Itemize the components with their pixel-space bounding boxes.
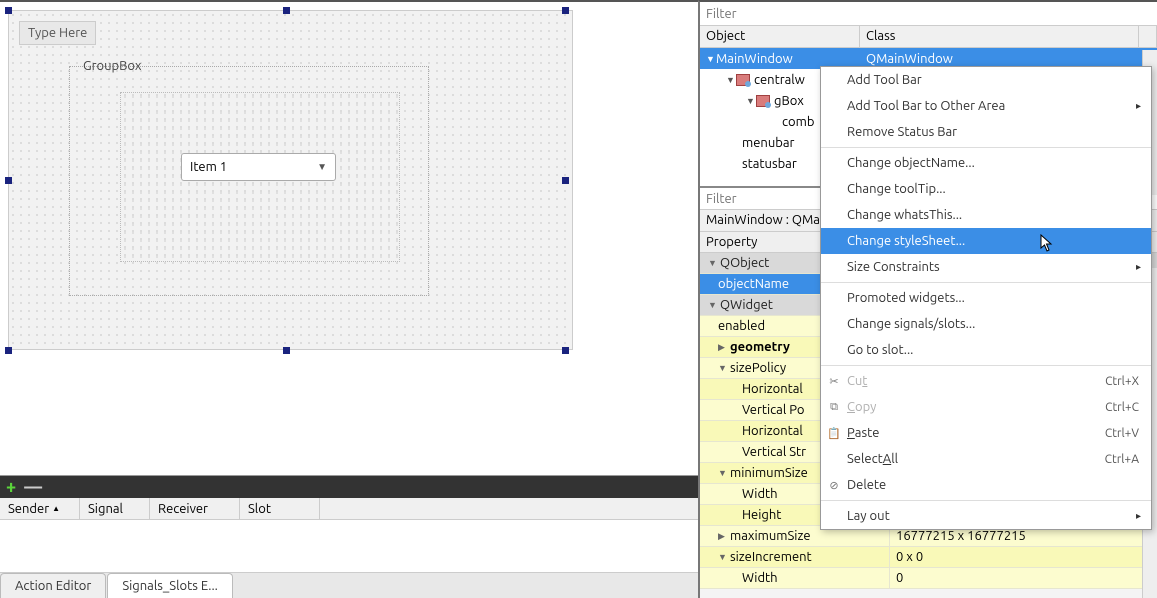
header-object[interactable]: Object bbox=[700, 26, 860, 47]
menu-change-stylesheet[interactable]: Change styleSheet... bbox=[821, 228, 1151, 254]
paste-icon: 📋 bbox=[827, 426, 841, 440]
expand-icon[interactable]: ▶ bbox=[718, 531, 728, 542]
cut-icon: ✂ bbox=[827, 374, 841, 388]
header-signal[interactable]: Signal bbox=[80, 498, 150, 519]
expand-icon[interactable]: ▶ bbox=[718, 342, 728, 353]
menu-delete[interactable]: ⊘Delete bbox=[821, 472, 1151, 498]
header-sender[interactable]: Sender▲ bbox=[0, 498, 80, 519]
menu-paste[interactable]: 📋PasteCtrl+V bbox=[821, 420, 1151, 446]
collapse-icon[interactable]: ▼ bbox=[708, 258, 718, 268]
remove-connection-button[interactable]: — bbox=[24, 478, 42, 496]
groupbox-title: GroupBox bbox=[80, 59, 144, 73]
menubar-placeholder[interactable]: Type Here bbox=[19, 21, 96, 45]
header-slot[interactable]: Slot bbox=[240, 498, 320, 519]
menu-cut[interactable]: ✂CutCtrl+X bbox=[821, 368, 1151, 394]
header-receiver[interactable]: Receiver bbox=[150, 498, 240, 519]
widget-icon bbox=[756, 95, 770, 107]
menu-add-toolbar[interactable]: Add Tool Bar bbox=[821, 67, 1151, 93]
signals-slots-panel: + — Sender▲ Signal Receiver Slot Action … bbox=[0, 475, 698, 598]
selection-handle[interactable] bbox=[283, 7, 290, 14]
menu-change-objectname[interactable]: Change objectName... bbox=[821, 150, 1151, 176]
prop-inc-width[interactable]: Width0 bbox=[700, 568, 1157, 589]
collapse-icon[interactable]: ▼ bbox=[708, 300, 718, 310]
groupbox-inner[interactable]: Item 1 ▼ bbox=[120, 92, 400, 262]
context-menu: Add Tool Bar Add Tool Bar to Other Area … bbox=[820, 66, 1152, 530]
menu-remove-statusbar[interactable]: Remove Status Bar bbox=[821, 119, 1151, 145]
menu-separator bbox=[821, 147, 1151, 148]
selection-handle[interactable] bbox=[283, 347, 290, 354]
delete-icon: ⊘ bbox=[827, 478, 841, 492]
tab-action-editor[interactable]: Action Editor bbox=[0, 573, 106, 598]
menu-separator bbox=[821, 282, 1151, 283]
selection-handle[interactable] bbox=[5, 347, 12, 354]
menu-change-tooltip[interactable]: Change toolTip... bbox=[821, 176, 1151, 202]
prop-sizeincrement[interactable]: ▼sizeIncrement0 x 0 bbox=[700, 547, 1157, 568]
menu-add-toolbar-other[interactable]: Add Tool Bar to Other Area bbox=[821, 93, 1151, 119]
selection-handle[interactable] bbox=[562, 177, 569, 184]
sort-indicator-icon: ▲ bbox=[52, 504, 60, 513]
signals-slots-body[interactable] bbox=[0, 520, 698, 575]
selection-handle[interactable] bbox=[562, 7, 569, 14]
cursor-icon bbox=[1040, 234, 1054, 256]
tree-expand-icon[interactable]: ▼ bbox=[746, 96, 756, 106]
menu-change-signals-slots[interactable]: Change signals/slots... bbox=[821, 311, 1151, 337]
selection-handle[interactable] bbox=[5, 177, 12, 184]
object-inspector-headers: Object Class bbox=[700, 26, 1157, 48]
form-background[interactable]: Type Here GroupBox Item 1 ▼ bbox=[8, 10, 573, 350]
groupbox-widget[interactable]: GroupBox Item 1 ▼ bbox=[69, 66, 429, 296]
tree-expand-icon[interactable]: ▼ bbox=[726, 75, 736, 85]
combobox-widget[interactable]: Item 1 ▼ bbox=[181, 153, 336, 181]
menu-select-all[interactable]: Select AllCtrl+A bbox=[821, 446, 1151, 472]
menu-copy[interactable]: ⧉CopyCtrl+C bbox=[821, 394, 1151, 420]
copy-icon: ⧉ bbox=[827, 400, 841, 414]
design-canvas[interactable]: Type Here GroupBox Item 1 ▼ bbox=[0, 0, 698, 475]
collapse-icon[interactable]: ▼ bbox=[718, 552, 728, 562]
selection-handle[interactable] bbox=[562, 347, 569, 354]
menu-change-whatsthis[interactable]: Change whatsThis... bbox=[821, 202, 1151, 228]
tab-signals-slots[interactable]: Signals_Slots E... bbox=[107, 573, 233, 598]
signals-slots-toolbar: + — bbox=[0, 476, 698, 498]
widget-icon bbox=[736, 74, 750, 86]
menu-size-constraints[interactable]: Size Constraints bbox=[821, 254, 1151, 280]
collapse-icon[interactable]: ▼ bbox=[718, 468, 728, 478]
object-inspector-filter[interactable]: Filter bbox=[700, 2, 1157, 26]
signals-slots-headers: Sender▲ Signal Receiver Slot bbox=[0, 498, 698, 520]
bottom-tabs: Action Editor Signals_Slots E... bbox=[0, 572, 698, 598]
tree-expand-icon[interactable]: ▼ bbox=[706, 54, 716, 64]
menu-layout[interactable]: Lay out bbox=[821, 503, 1151, 529]
menu-promoted-widgets[interactable]: Promoted widgets... bbox=[821, 285, 1151, 311]
menu-separator bbox=[821, 500, 1151, 501]
chevron-down-icon: ▼ bbox=[317, 161, 327, 173]
header-class[interactable]: Class bbox=[860, 26, 1139, 47]
menu-go-to-slot[interactable]: Go to slot... bbox=[821, 337, 1151, 363]
header-spacer bbox=[1139, 26, 1157, 47]
menu-separator bbox=[821, 365, 1151, 366]
add-connection-button[interactable]: + bbox=[6, 478, 16, 496]
combobox-value: Item 1 bbox=[190, 160, 227, 174]
selection-handle[interactable] bbox=[5, 7, 12, 14]
collapse-icon[interactable]: ▼ bbox=[718, 363, 728, 373]
